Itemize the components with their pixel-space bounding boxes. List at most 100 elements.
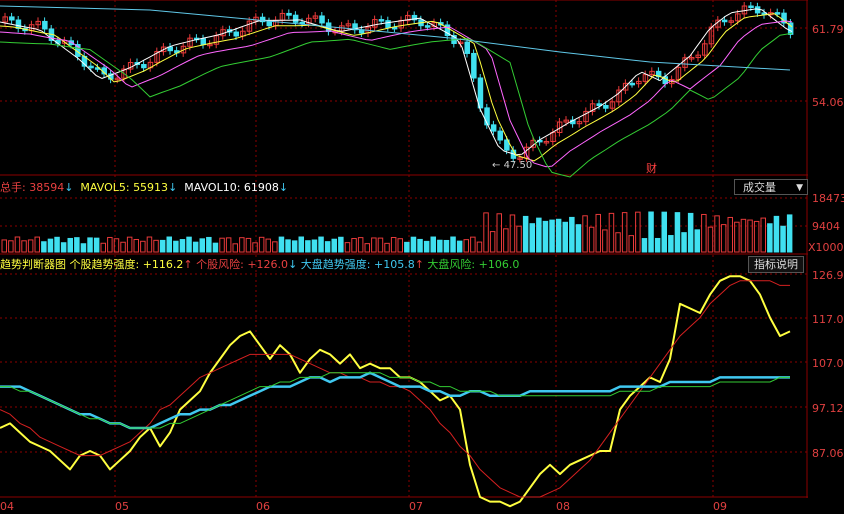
event-marker: 财 [646,161,657,175]
volume-tick-2: 9404 [812,220,840,233]
volume-bars [1,211,793,253]
volume-bar [305,240,311,253]
candle-body [603,105,609,109]
volume-bar [192,241,199,253]
volume-bar [14,236,21,253]
volume-bar [542,220,549,253]
volume-bar [285,239,291,253]
candle-body [748,5,754,9]
volume-bar [278,236,285,253]
candle-body [200,38,206,46]
volume-bar [503,228,509,253]
volume-bar [338,236,344,253]
volume-bar [701,213,707,253]
volume-bar [681,232,687,253]
volume-bar [747,219,753,253]
volume-bar [456,240,463,253]
candle-body [497,130,503,141]
total-volume-value: 38594 [29,181,65,194]
price-tick-1: 61.79 [812,23,844,36]
volume-bar [674,212,681,253]
volume-bar [483,212,489,253]
volume-bar [582,215,588,253]
candle-body [141,64,147,69]
arrow-down-icon: ↓ [168,181,178,194]
volume-bar [8,240,14,253]
chevron-down-icon[interactable]: ▼ [796,180,803,196]
volume-bar [80,243,87,253]
ind-tick-1: 126.9 [812,269,844,282]
volume-bar [430,236,436,253]
volume-bar [166,236,172,253]
indicator-select[interactable]: 成交量 ▼ [734,179,808,195]
volume-bar [615,232,621,253]
mavol5-value: 55913 [133,181,169,194]
volume-bar [595,213,601,253]
volume-bar [641,238,648,253]
volume-bar [179,239,186,253]
volume-bar [100,242,106,253]
volume-tick-1: 18473 [812,192,844,205]
volume-bar [780,225,786,253]
volume-bar [602,229,608,253]
volume-bar [1,239,7,253]
market-trend-line [0,371,790,430]
x-tick-07: 07 [409,500,423,513]
stock-trend-label: 个股趋势强度 [69,258,136,271]
candle-body [391,26,398,30]
candle-body [167,46,173,52]
volume-bar [767,223,773,253]
volume-bar [668,235,674,253]
volume-bar [87,237,93,253]
volume-bar [562,221,568,253]
candle-body [233,31,239,37]
volume-bar [159,239,166,253]
ma10-line [0,13,793,162]
volume-bar [173,240,179,253]
stock-risk-label: 个股风险 [196,258,241,271]
volume-bar [377,237,384,253]
volume-bar [140,240,146,253]
volume-bar [298,236,304,253]
volume-bar [555,218,562,253]
volume-bar [351,238,357,253]
mavol10-value: 61908 [243,181,279,194]
volume-bar [635,211,641,253]
volume-bar [687,212,694,253]
arrow-down-icon: ↓ [278,181,289,194]
volume-bar [654,237,661,253]
volume-bar [588,226,595,253]
candle-body [292,14,299,23]
volume-bar [146,236,153,253]
volume-bar [27,239,34,253]
volume-bar [463,239,469,253]
stock-trend-value: +116.2 [142,258,184,271]
indicator-select-value: 成交量 [743,181,776,194]
volume-bar [410,236,417,253]
ind-tick-2: 117.0 [812,313,844,326]
indicator-help-button[interactable]: 指标说明 [748,256,804,273]
indicator-lines [0,275,791,508]
ind-tick-5: 87.06 [812,447,844,460]
x-tick-05: 05 [115,500,129,513]
volume-bar [364,243,370,253]
x-tick-04: 04 [0,500,14,513]
price-moving-averages [0,5,793,178]
volume-bar [120,241,126,253]
candle-body [385,20,391,28]
volume-bar [437,239,443,253]
candle-body [88,65,94,69]
ind-tick-4: 97.12 [812,402,844,415]
volume-bar [529,223,535,253]
candle-body [286,12,292,16]
candle-body [721,19,728,23]
volume-bar [344,242,351,253]
candle-body [378,19,385,22]
volume-bar [239,237,245,253]
volume-bar [60,242,67,253]
arrow-up-icon: ↑ [183,258,193,271]
candle-body [471,52,477,79]
volume-bar [258,236,265,253]
volume-bar [661,211,667,253]
volume-bar [648,211,654,253]
